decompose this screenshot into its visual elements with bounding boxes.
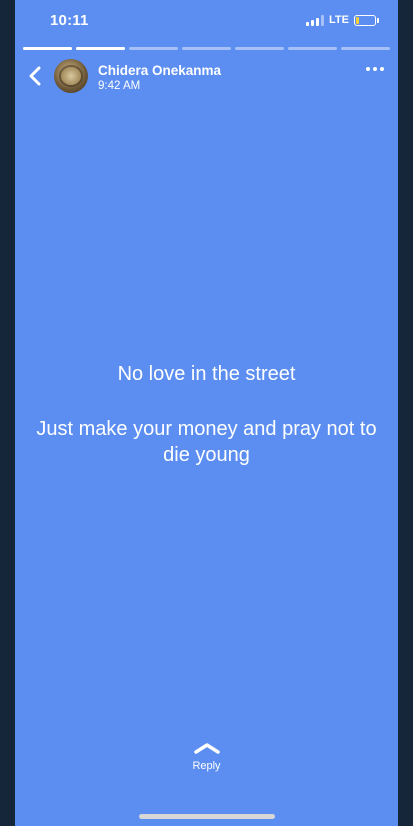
home-indicator[interactable] — [139, 814, 275, 819]
signal-icon — [306, 14, 325, 26]
story-header: Chidera Onekanma 9:42 AM — [15, 56, 398, 100]
progress-segment — [23, 47, 72, 50]
progress-segment-fill — [76, 47, 125, 50]
progress-segment-fill — [23, 47, 72, 50]
progress-segment — [129, 47, 178, 50]
network-type: LTE — [329, 14, 349, 26]
avatar[interactable] — [54, 59, 88, 93]
reply-button[interactable]: Reply — [15, 742, 398, 772]
reply-label: Reply — [192, 760, 221, 772]
post-time: 9:42 AM — [98, 80, 141, 92]
battery-level — [356, 16, 359, 24]
progress-segment — [76, 47, 125, 50]
status-time: 10:11 — [50, 12, 89, 29]
poster-name[interactable]: Chidera Onekanma — [98, 63, 221, 78]
more-button[interactable] — [366, 67, 384, 71]
story-text-line-1: No love in the street — [117, 363, 296, 385]
story-progress — [23, 47, 390, 50]
chevron-left-icon — [29, 66, 41, 86]
progress-segment — [341, 47, 390, 50]
status-bar: 10:11 LTE — [15, 0, 398, 40]
progress-segment — [235, 47, 284, 50]
progress-segment — [288, 47, 337, 50]
battery-icon — [354, 14, 379, 26]
device-frame: 10:11 LTE Chidera Onekanma 9:42 AM No lo… — [0, 0, 413, 826]
more-horizontal-icon — [366, 67, 370, 71]
back-button[interactable] — [27, 64, 43, 88]
progress-segment — [182, 47, 231, 50]
story-screen: 10:11 LTE Chidera Onekanma 9:42 AM No lo… — [15, 0, 398, 826]
story-text-line-2: Just make your money and pray not to die… — [36, 418, 377, 466]
status-indicators: LTE — [306, 14, 379, 26]
chevron-up-icon — [193, 743, 220, 754]
